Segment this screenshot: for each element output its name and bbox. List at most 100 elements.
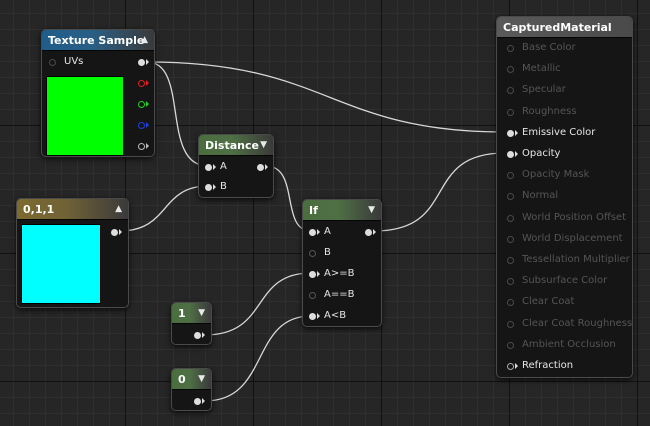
material-input-label: Tessellation Multiplier [522, 254, 630, 265]
green-output-pin[interactable] [138, 101, 145, 108]
if-input-a-pin[interactable] [309, 229, 316, 236]
green-output-arrow-icon [146, 101, 149, 107]
texture-sample-title: Texture Sample [48, 34, 145, 47]
material-input-pin[interactable] [507, 130, 514, 137]
uvs-input-pin[interactable] [49, 59, 56, 66]
if-input-lt-label: A<B [324, 310, 347, 321]
if-input-eq-pin[interactable] [309, 292, 316, 299]
material-input-label: World Displacement [522, 233, 623, 244]
if-input-lt-arrow-icon [317, 313, 320, 319]
material-input-label: Refraction [522, 360, 574, 371]
texture-sample-header[interactable]: Texture Sample ▲ [42, 30, 154, 51]
if-title: If [309, 204, 318, 217]
material-input-arrow-icon [515, 363, 518, 369]
material-input-label: Base Color [522, 42, 576, 53]
collapse-triangle-icon[interactable]: ▲ [141, 30, 148, 51]
rgb-output-pin[interactable] [138, 59, 145, 66]
material-input-pin[interactable] [507, 45, 514, 52]
constant3-node[interactable]: 0,1,1 ▲ [16, 198, 129, 308]
material-input-pin[interactable] [507, 109, 514, 116]
material-input-pin[interactable] [507, 278, 514, 285]
red-output-pin[interactable] [138, 80, 145, 87]
distance-input-a-label: A [220, 161, 227, 172]
distance-output-pin[interactable] [257, 164, 264, 171]
material-input-pin[interactable] [507, 66, 514, 73]
material-input-pin[interactable] [507, 342, 514, 349]
alpha-output-pin[interactable] [138, 143, 145, 150]
red-output-arrow-icon [146, 80, 149, 86]
material-input-label: Opacity Mask [522, 169, 590, 180]
material-input-label: Subsurface Color [522, 275, 608, 286]
if-input-b-pin[interactable] [309, 250, 316, 257]
if-header[interactable]: If ▼ [303, 200, 381, 221]
material-input-label: Clear Coat Roughness [522, 318, 633, 329]
constant-zero-header[interactable]: 0 ▼ [172, 369, 211, 390]
material-input-pin[interactable] [507, 299, 514, 306]
blue-output-arrow-icon [146, 122, 149, 128]
constant3-header[interactable]: 0,1,1 ▲ [17, 199, 128, 220]
blue-output-pin[interactable] [138, 122, 145, 129]
texture-preview [46, 76, 124, 156]
distance-input-b-label: B [220, 181, 227, 192]
material-input-label: Ambient Occlusion [522, 339, 616, 350]
expand-triangle-icon[interactable]: ▼ [368, 200, 375, 221]
material-input-label: Opacity [522, 148, 561, 159]
rgb-output-arrow-icon [146, 59, 149, 65]
wire-if-to-opacity [373, 152, 506, 232]
material-input-label: Specular [522, 84, 566, 95]
material-input-pin[interactable] [507, 236, 514, 243]
distance-header[interactable]: Distance ▼ [199, 135, 273, 156]
constant3-output-arrow-icon [119, 229, 122, 235]
if-input-lt-pin[interactable] [309, 313, 316, 320]
material-input-pin[interactable] [507, 151, 514, 158]
material-input-pin[interactable] [507, 363, 514, 370]
if-input-gte-pin[interactable] [309, 271, 316, 278]
wire-constant3-to-distance-b [119, 185, 209, 232]
constant3-title: 0,1,1 [23, 203, 55, 216]
distance-node[interactable]: Distance ▼ A B [198, 134, 274, 198]
if-node[interactable]: If ▼ A B A>=B A==B A<B [302, 199, 382, 327]
distance-input-a-arrow-icon [213, 164, 216, 170]
if-input-b-label: B [324, 247, 331, 258]
material-title: CapturedMaterial [503, 21, 612, 34]
material-input-pin[interactable] [507, 193, 514, 200]
if-input-eq-label: A==B [324, 289, 355, 300]
material-input-pin[interactable] [507, 172, 514, 179]
alpha-output-arrow-icon [146, 143, 149, 149]
distance-input-b-arrow-icon [213, 184, 216, 190]
constant-one-output-arrow-icon [202, 332, 205, 338]
if-input-gte-arrow-icon [317, 271, 320, 277]
material-input-pin[interactable] [507, 87, 514, 94]
constant-zero-node[interactable]: 0 ▼ [171, 368, 212, 411]
material-input-pin[interactable] [507, 215, 514, 222]
collapse-triangle-icon[interactable]: ▲ [115, 199, 122, 220]
constant-zero-title: 0 [178, 373, 186, 386]
constant-one-node[interactable]: 1 ▼ [171, 302, 212, 345]
expand-triangle-icon[interactable]: ▼ [198, 303, 205, 324]
distance-input-a-pin[interactable] [205, 164, 212, 171]
distance-input-b-pin[interactable] [205, 184, 212, 191]
constant-zero-output-arrow-icon [202, 398, 205, 404]
if-input-gte-label: A>=B [324, 268, 355, 279]
constant-one-output-pin[interactable] [194, 332, 201, 339]
if-input-a-label: A [324, 226, 331, 237]
expand-triangle-icon[interactable]: ▼ [198, 369, 205, 390]
material-input-pin[interactable] [507, 257, 514, 264]
distance-title: Distance [205, 139, 259, 152]
material-header[interactable]: CapturedMaterial [497, 17, 632, 38]
texture-sample-node[interactable]: Texture Sample ▲ UVs [41, 29, 155, 157]
constant3-output-pin[interactable] [111, 229, 118, 236]
wire-one-to-if-gte [204, 272, 312, 336]
material-result-node[interactable]: CapturedMaterial Base Color Metallic Specu… [496, 16, 633, 378]
material-input-label: Metallic [522, 63, 561, 74]
if-output-pin[interactable] [365, 229, 372, 236]
uvs-input-label: UVs [64, 56, 84, 67]
material-input-label: Roughness [522, 106, 577, 117]
constant-one-header[interactable]: 1 ▼ [172, 303, 211, 324]
material-input-arrow-icon [515, 130, 518, 136]
material-input-pin[interactable] [507, 321, 514, 328]
material-input-label: Emissive Color [522, 127, 596, 138]
constant-zero-output-pin[interactable] [194, 398, 201, 405]
expand-triangle-icon[interactable]: ▼ [260, 135, 267, 156]
wire-uv-to-emissive [146, 61, 506, 133]
